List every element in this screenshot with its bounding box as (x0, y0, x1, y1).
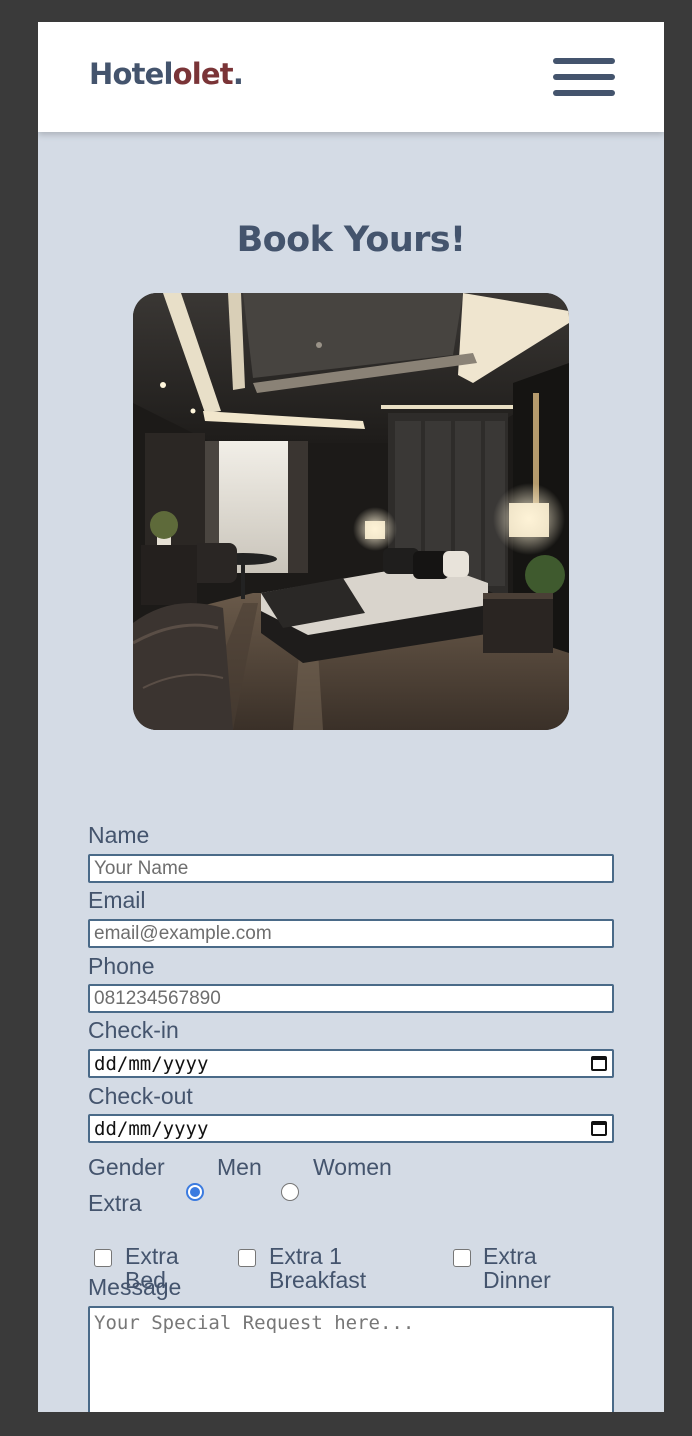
gender-label: Gender (88, 1154, 165, 1180)
phone-input[interactable] (88, 984, 614, 1013)
name-label: Name (88, 822, 150, 848)
page: Hotelolet. Book Yours! Name Your Name Em… (38, 22, 664, 1412)
extra-dinner-label-line1: Extra (483, 1243, 537, 1269)
gender-option-women-label[interactable]: Women (313, 1156, 392, 1179)
hamburger-bar (553, 58, 615, 64)
extra-breakfast-checkbox[interactable] (238, 1249, 256, 1267)
checkin-date-input[interactable]: dd/mm/yyyy (88, 1049, 614, 1078)
phone-label: Phone (88, 953, 155, 979)
checkout-label: Check-out (88, 1083, 193, 1109)
calendar-icon[interactable] (591, 1056, 607, 1071)
extra-breakfast-label[interactable]: Extra 1 Breakfast (269, 1244, 366, 1292)
checkout-date-input[interactable]: dd/mm/yyyy (88, 1114, 614, 1143)
gender-radio-women[interactable] (281, 1183, 299, 1201)
logo-text-hotel: Hotel (89, 57, 173, 91)
hamburger-bar (553, 90, 615, 96)
name-input[interactable] (88, 854, 614, 883)
logo[interactable]: Hotelolet. (89, 57, 244, 91)
extra-dinner-label-line2: Dinner (483, 1267, 551, 1293)
extra-bed-label-line1: Extra (125, 1243, 179, 1269)
extra-dinner-label[interactable]: Extra Dinner (483, 1244, 551, 1292)
extra-breakfast-label-line2: Breakfast (269, 1267, 367, 1293)
email-input[interactable] (88, 919, 614, 948)
hamburger-bar (553, 74, 615, 80)
extra-bed-checkbox[interactable] (94, 1249, 112, 1267)
checkin-label: Check-in (88, 1017, 179, 1043)
gender-radio-men[interactable] (186, 1183, 204, 1201)
extra-dinner-checkbox[interactable] (453, 1249, 471, 1267)
logo-text-dot: . (232, 57, 244, 91)
booking-heading: Book Yours! (236, 220, 466, 260)
navbar: Hotelolet. (38, 22, 664, 132)
calendar-icon[interactable] (591, 1121, 607, 1136)
email-label: Email (88, 887, 146, 913)
hamburger-menu-icon[interactable] (553, 58, 615, 98)
checkin-date-value: dd/mm/yyyy (94, 1052, 209, 1075)
message-label: Message (88, 1274, 182, 1300)
gender-option-men-label[interactable]: Men (217, 1156, 262, 1179)
extra-breakfast-label-line1: Extra 1 (269, 1243, 342, 1269)
message-textarea[interactable] (88, 1306, 614, 1412)
hotel-room-image (133, 293, 569, 730)
checkout-date-value: dd/mm/yyyy (94, 1117, 209, 1140)
extra-label: Extra (88, 1190, 142, 1216)
logo-text-olet: olet (172, 57, 234, 91)
